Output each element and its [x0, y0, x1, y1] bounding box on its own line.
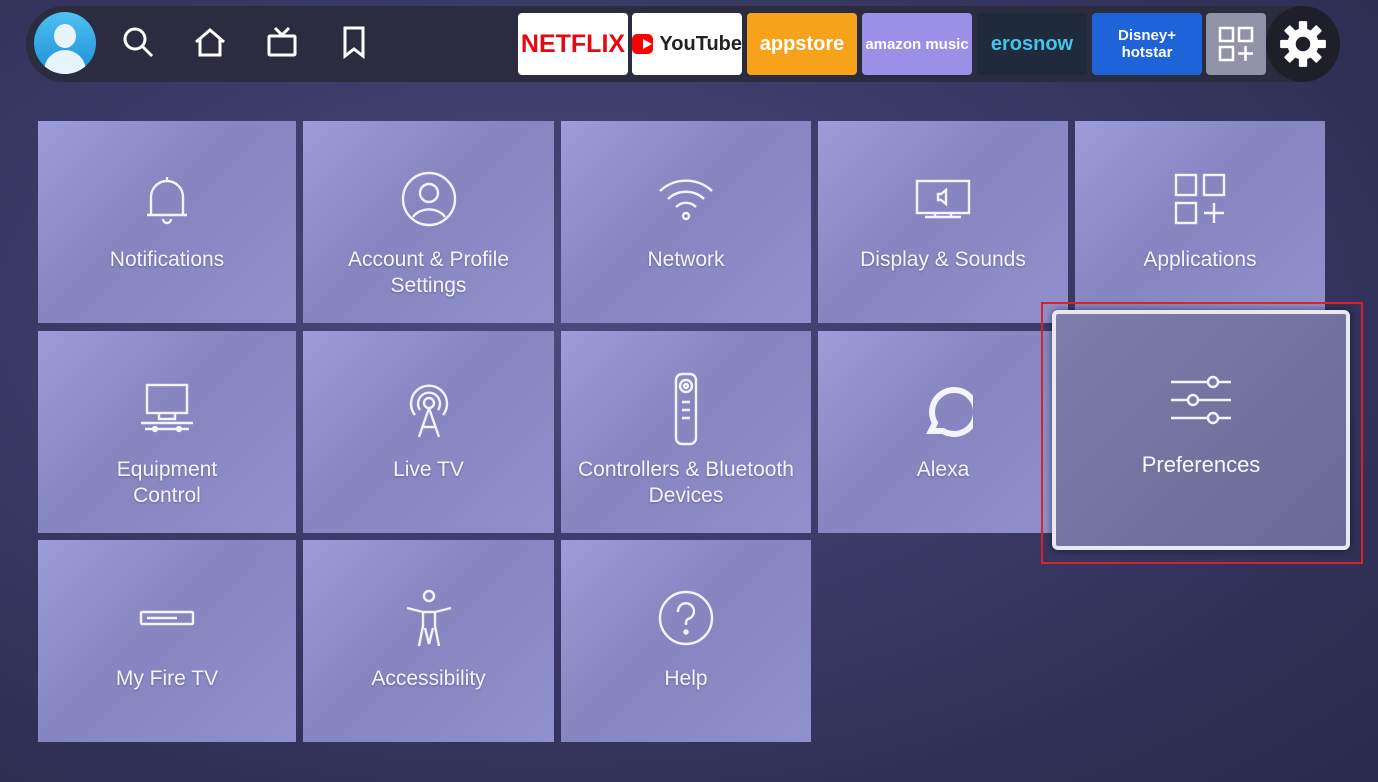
profile-avatar[interactable]	[34, 12, 96, 74]
app-label: amazon music	[865, 35, 969, 53]
settings-tile-help[interactable]: Help	[561, 540, 811, 742]
settings-tile-alexa[interactable]: Alexa	[818, 331, 1068, 533]
settings-tile-account-profile-settings[interactable]: Account & Profile Settings	[303, 121, 554, 323]
tile-label: Alexa	[916, 458, 970, 481]
app-label: YouTube	[659, 32, 742, 55]
settings-tile-equipment-control[interactable]: Equipment Control	[38, 331, 296, 533]
tile-label: Help	[664, 667, 708, 690]
bookmark-icon[interactable]	[336, 24, 372, 60]
bell-icon	[137, 163, 197, 235]
tile-label: Account & Profile Settings	[347, 248, 510, 297]
live-tv-icon[interactable]	[264, 24, 300, 60]
settings-tile-controllers-bluetooth-devices[interactable]: Controllers & Bluetooth Devices	[561, 331, 811, 533]
gear-icon	[1280, 21, 1326, 67]
all-apps-icon	[1218, 26, 1254, 62]
account-icon	[399, 163, 459, 235]
antenna-icon	[399, 373, 459, 445]
home-icon[interactable]	[192, 24, 228, 60]
app-shortcut-disney-hotstar[interactable]: Disney+ hotstar	[1092, 13, 1202, 75]
settings-tile-network[interactable]: Network	[561, 121, 811, 323]
wifi-icon	[656, 163, 716, 235]
selection-highlight-box	[1041, 302, 1363, 564]
display-icon	[913, 163, 973, 235]
tile-label: My Fire TV	[115, 667, 219, 690]
app-shortcut-appstore[interactable]: appstore	[747, 13, 857, 75]
settings-tile-live-tv[interactable]: Live TV	[303, 331, 554, 533]
search-icon[interactable]	[120, 24, 156, 60]
user-profile-icon	[54, 24, 76, 48]
applications-icon	[1170, 163, 1230, 235]
equipment-icon	[137, 373, 197, 445]
all-apps-button[interactable]	[1206, 13, 1266, 75]
app-label: NETFLIX	[520, 29, 626, 58]
settings-tile-applications[interactable]: Applications	[1075, 121, 1325, 323]
alexa-icon	[913, 373, 973, 445]
help-icon	[656, 582, 716, 654]
settings-tile-my-fire-tv[interactable]: My Fire TV	[38, 540, 296, 742]
tile-label: Notifications	[109, 248, 225, 271]
accessibility-icon	[399, 582, 459, 654]
tile-label: Equipment Control	[116, 458, 218, 507]
firetv-stick-icon	[137, 582, 197, 654]
tile-label: Display & Sounds	[860, 248, 1026, 271]
app-shortcut-erosnow[interactable]: erosnow	[977, 13, 1087, 75]
tile-label: Accessibility	[371, 667, 486, 690]
app-shortcut-netflix[interactable]: NETFLIX	[518, 13, 628, 75]
settings-button[interactable]	[1266, 6, 1340, 82]
app-shortcut-youtube[interactable]: YouTube	[632, 13, 742, 75]
settings-tile-accessibility[interactable]: Accessibility	[303, 540, 554, 742]
tile-label: Network	[647, 248, 725, 271]
settings-tile-notifications[interactable]: Notifications	[38, 121, 296, 323]
tile-label: Applications	[1143, 248, 1257, 271]
app-label: erosnow	[990, 32, 1074, 55]
remote-icon	[656, 372, 716, 446]
app-label: Disney+ hotstar	[1118, 27, 1176, 61]
youtube-play-icon	[632, 34, 654, 54]
tile-label: Live TV	[393, 458, 464, 481]
tile-label: Controllers & Bluetooth Devices	[578, 458, 794, 507]
settings-tile-display-sounds[interactable]: Display & Sounds	[818, 121, 1068, 323]
app-label: appstore	[759, 32, 845, 55]
app-shortcut-amazon-music[interactable]: amazon music	[862, 13, 972, 75]
